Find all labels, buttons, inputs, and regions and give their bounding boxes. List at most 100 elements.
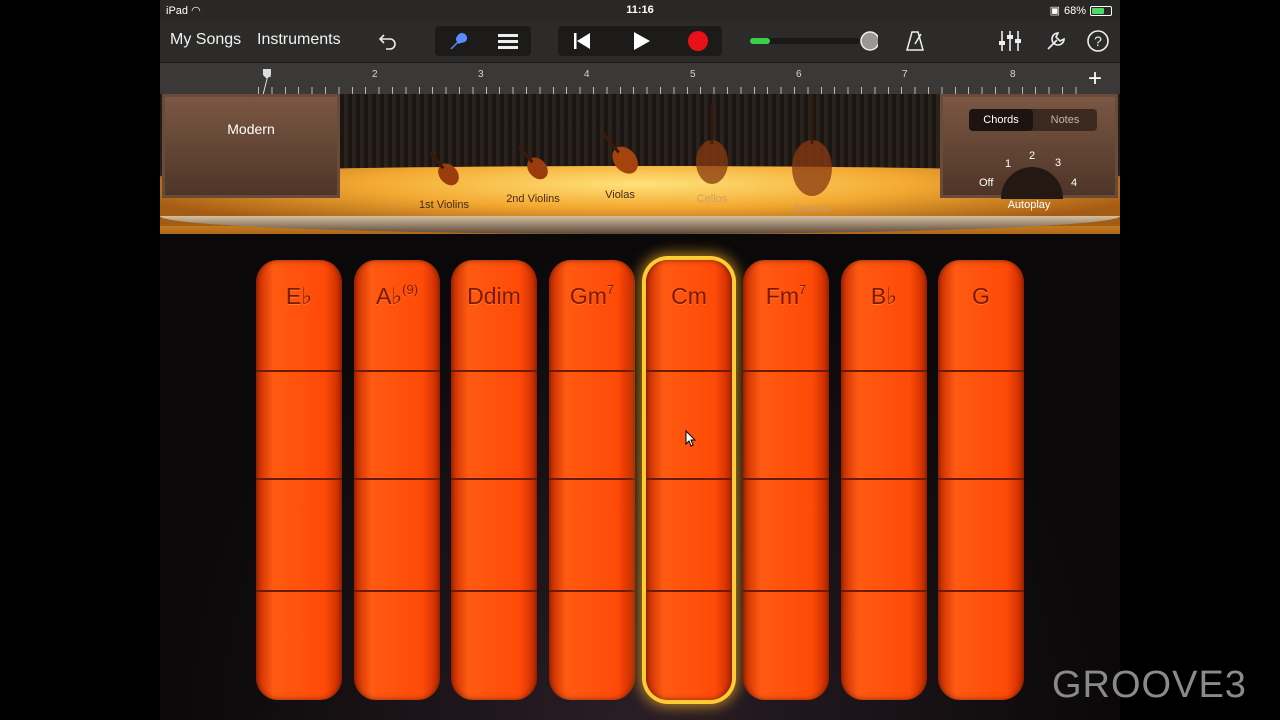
- strip-segment-divider: [549, 590, 635, 592]
- strip-segment-divider: [354, 370, 440, 372]
- strip-segment-divider: [451, 590, 537, 592]
- chord-strip[interactable]: A♭(9): [354, 260, 440, 700]
- bar-number: 8: [1010, 69, 1016, 80]
- strip-segment-divider: [938, 590, 1024, 592]
- instrument-view-icon[interactable]: [439, 26, 479, 56]
- timeline-ruler[interactable]: 1 2 3 4 5 6 7 8 +: [160, 62, 1120, 96]
- autoplay-panel: Chords Notes Off 1 2 3 4 Autoplay: [940, 94, 1118, 211]
- chord-label: A♭(9): [375, 282, 419, 309]
- autoplay-label: Autoplay: [1007, 199, 1051, 211]
- undo-icon[interactable]: [368, 26, 408, 56]
- battery-icon: [1090, 5, 1112, 16]
- my-songs-button[interactable]: My Songs: [170, 31, 241, 49]
- violin-icon: [429, 151, 459, 186]
- battery-area: ▣ 68%: [1050, 4, 1112, 17]
- strip-segment-divider: [938, 370, 1024, 372]
- chord-label: B♭: [870, 283, 898, 309]
- strip-segment-divider: [256, 590, 342, 592]
- notes-tab[interactable]: Notes: [1033, 109, 1097, 131]
- strip-segment-divider: [938, 478, 1024, 480]
- strip-segment-divider: [841, 590, 927, 592]
- playhead[interactable]: [262, 69, 271, 96]
- chord-strip[interactable]: G: [938, 260, 1024, 700]
- strip-segment-divider: [256, 370, 342, 372]
- chords-tab[interactable]: Chords: [969, 109, 1033, 131]
- strip-segment-divider: [549, 478, 635, 480]
- chord-strip[interactable]: Ddim: [451, 260, 537, 700]
- chord-strip[interactable]: Cm: [646, 260, 732, 700]
- strip-segment-divider: [451, 478, 537, 480]
- bar-number: 3: [478, 69, 484, 80]
- volume-slider[interactable]: [748, 26, 878, 56]
- instrument-label: Cellos: [696, 193, 728, 205]
- second-violins[interactable]: 2nd Violins: [496, 138, 570, 205]
- autoplay-knob[interactable]: [1001, 167, 1063, 199]
- viola-icon: [602, 133, 638, 174]
- instrument-label: 2nd Violins: [506, 193, 560, 205]
- cello-icon: [696, 104, 728, 184]
- tracks-view-icon[interactable]: [488, 26, 528, 56]
- strip-segment-divider: [646, 370, 732, 372]
- chord-strip[interactable]: Gm7: [549, 260, 635, 700]
- autoplay-position: 1: [1005, 158, 1012, 170]
- chord-strip[interactable]: B♭: [841, 260, 927, 700]
- strip-segment-divider: [743, 478, 829, 480]
- instrument-label: Violas: [605, 189, 635, 201]
- bar-number: 4: [584, 69, 590, 80]
- strip-segment-divider: [549, 370, 635, 372]
- strip-segment-divider: [646, 590, 732, 592]
- bar-number: 6: [796, 69, 802, 80]
- play-icon[interactable]: [621, 26, 661, 56]
- chord-strip[interactable]: Fm7: [743, 260, 829, 700]
- strip-segment-divider: [841, 370, 927, 372]
- autoplay-off-label: Off: [979, 177, 994, 189]
- strip-segment-divider: [841, 478, 927, 480]
- double-bass-icon: [792, 94, 832, 196]
- strip-segment-divider: [354, 478, 440, 480]
- record-icon[interactable]: [678, 26, 718, 56]
- autoplay-position: 3: [1055, 157, 1062, 169]
- metronome-icon[interactable]: [895, 26, 935, 56]
- chord-strip[interactable]: E♭: [256, 260, 342, 700]
- orientation-lock-icon: ▣: [1049, 5, 1060, 17]
- mouse-cursor-icon: [685, 430, 697, 447]
- chord-label: E♭: [285, 283, 313, 309]
- bar-number: 5: [690, 69, 696, 80]
- violin-icon: [518, 145, 548, 180]
- basses[interactable]: Basses: [780, 94, 844, 215]
- mixer-icon[interactable]: [990, 26, 1030, 56]
- chord-label: Fm7: [765, 282, 807, 309]
- instruments-button[interactable]: Instruments: [257, 31, 341, 49]
- clock: 11:16: [626, 4, 654, 16]
- toolbar: My Songs Instruments ?: [160, 20, 1120, 62]
- preset-name: Modern: [227, 121, 275, 137]
- strip-segment-divider: [256, 478, 342, 480]
- rewind-icon[interactable]: [562, 26, 602, 56]
- chord-label: Gm7: [569, 282, 615, 309]
- autoplay-position: 2: [1029, 150, 1036, 162]
- instrument-stage: Modern Chords Notes Off 1 2 3 4 Autoplay…: [160, 94, 1120, 234]
- preset-panel[interactable]: Modern: [162, 94, 340, 198]
- strip-segment-divider: [646, 478, 732, 480]
- cellos[interactable]: Cellos: [680, 102, 744, 205]
- garageband-screen: iPad ◠ 11:16 ▣ 68% My Songs Instruments: [160, 0, 1120, 720]
- autoplay-position: 4: [1071, 177, 1078, 189]
- help-icon[interactable]: ?: [1078, 26, 1118, 56]
- mode-switch: Chords Notes: [969, 109, 1097, 131]
- svg-text:?: ?: [1094, 33, 1102, 49]
- chord-strips: E♭ A♭(9) Ddim Gm7 Cm Fm7 B♭ G: [160, 234, 1120, 720]
- violas[interactable]: Violas: [588, 124, 652, 201]
- chord-label: Ddim: [467, 283, 521, 309]
- add-section-button[interactable]: +: [1088, 65, 1102, 93]
- strip-segment-divider: [743, 590, 829, 592]
- stage-edge: [160, 216, 1120, 234]
- battery-percent: 68%: [1063, 4, 1086, 17]
- settings-wrench-icon[interactable]: [1036, 26, 1076, 56]
- watermark-logo: GROOVE3: [1052, 664, 1247, 706]
- bar-number: 7: [902, 69, 908, 80]
- chord-label: G: [972, 283, 990, 309]
- status-bar: iPad ◠ 11:16 ▣ 68%: [160, 0, 1120, 20]
- first-violins[interactable]: 1st Violins: [408, 144, 480, 211]
- bar-number: 2: [372, 69, 378, 80]
- strip-segment-divider: [743, 370, 829, 372]
